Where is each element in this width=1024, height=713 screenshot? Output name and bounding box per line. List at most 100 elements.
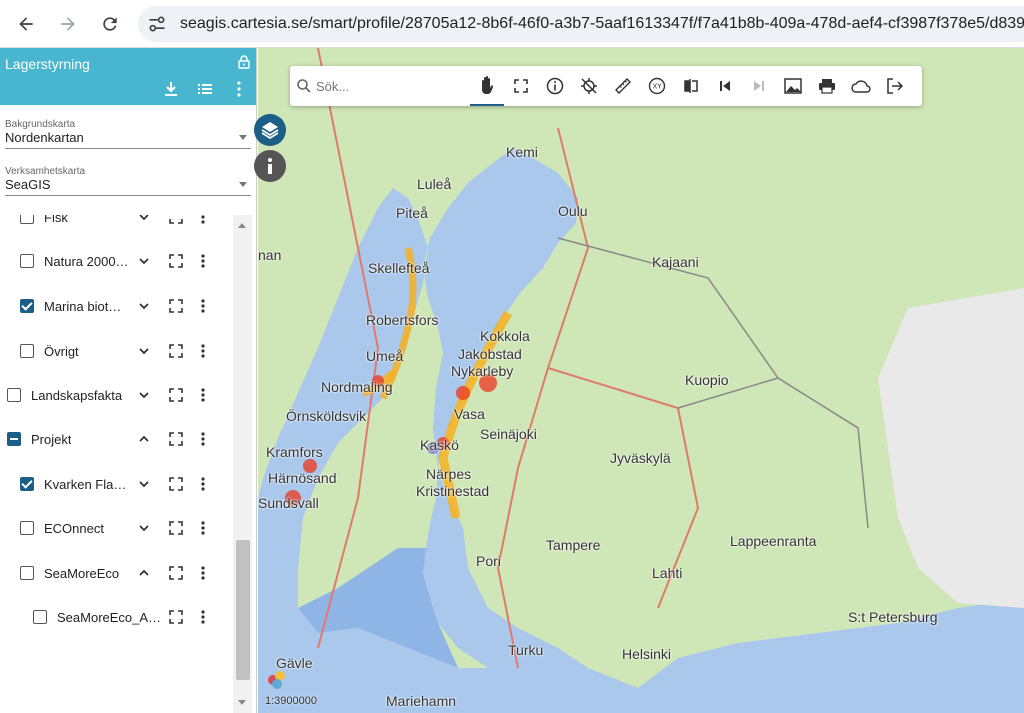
layer-row[interactable]: SeaMoreEco_A… [0, 595, 232, 639]
scroll-up-icon[interactable] [238, 223, 246, 228]
search-input[interactable] [316, 78, 466, 94]
chevron-down-icon[interactable] [137, 215, 151, 224]
chevron-down-icon[interactable] [137, 344, 151, 358]
layer-checkbox[interactable] [20, 477, 34, 491]
layer-row[interactable]: Projekt [0, 417, 232, 461]
layer-actions [137, 239, 223, 283]
zoom-to-extent-icon[interactable] [169, 521, 183, 535]
more-vert-icon[interactable] [201, 344, 205, 358]
address-bar[interactable]: seagis.cartesia.se/smart/profile/28705a1… [138, 6, 1024, 42]
basemap-select[interactable]: Bakgrundskarta Nordenkartan [5, 119, 251, 149]
scroll-thumb[interactable] [236, 540, 250, 680]
layer-checkbox[interactable] [20, 566, 34, 580]
place-label: Härnösand [268, 470, 337, 486]
coordinates-tool-button[interactable]: XY [640, 66, 674, 106]
location-off-icon [581, 78, 597, 94]
layer-row[interactable]: Natura 2000… [0, 239, 232, 283]
layer-label: Landskapsfakta [31, 387, 123, 403]
layer-row[interactable]: ECOnnect [0, 506, 232, 550]
measure-tool-button[interactable] [606, 66, 640, 106]
layer-checkbox[interactable] [20, 344, 34, 358]
layer-checkbox[interactable] [20, 254, 34, 268]
forward-button[interactable] [50, 6, 86, 42]
layer-checkbox[interactable] [20, 521, 34, 535]
more-vert-icon[interactable] [201, 610, 205, 624]
zoom-to-extent-icon[interactable] [169, 299, 183, 313]
back-button[interactable] [8, 6, 44, 42]
zoom-to-extent-icon[interactable] [169, 254, 183, 268]
info-tool-button[interactable] [538, 66, 572, 106]
more-vert-icon[interactable] [201, 215, 205, 224]
reload-button[interactable] [92, 6, 128, 42]
more-vert-icon[interactable] [201, 432, 205, 446]
layer-checkbox[interactable] [7, 388, 21, 402]
more-vert-icon[interactable] [201, 388, 205, 402]
layer-row[interactable]: Fisk [0, 215, 232, 239]
zoom-to-extent-icon[interactable] [169, 344, 183, 358]
chevron-down-icon[interactable] [137, 477, 151, 491]
print-icon [819, 79, 835, 94]
place-label: Kristinestad [416, 483, 490, 499]
zoom-to-extent-icon[interactable] [169, 477, 183, 491]
place-label: Skellefteå [368, 260, 430, 276]
place-label: Umeå [366, 348, 404, 364]
search-box [290, 78, 470, 94]
layer-checkbox[interactable] [7, 432, 21, 446]
fullscreen-icon [514, 79, 528, 93]
scrollbar[interactable] [233, 215, 252, 713]
compare-tool-button[interactable] [674, 66, 708, 106]
chevron-up-icon[interactable] [137, 432, 151, 446]
more-vert-icon[interactable] [230, 80, 248, 98]
logout-tool-button[interactable] [878, 66, 912, 106]
ruler-icon [615, 78, 631, 94]
layer-row[interactable]: SeaMoreEco [0, 551, 232, 595]
layer-actions [137, 595, 223, 639]
more-vert-icon[interactable] [201, 254, 205, 268]
print-tool-button[interactable] [810, 66, 844, 106]
layer-checkbox[interactable] [20, 299, 34, 313]
layer-row[interactable]: Marina biot… [0, 284, 232, 328]
list-icon[interactable] [196, 80, 214, 98]
layer-label: Projekt [31, 431, 72, 447]
arrow-right-icon [61, 16, 75, 31]
layer-row[interactable]: Övrigt [0, 329, 232, 373]
image-tool-button[interactable] [776, 66, 810, 106]
previous-extent-button[interactable] [708, 66, 742, 106]
layer-checkbox[interactable] [33, 610, 47, 624]
more-vert-icon[interactable] [201, 477, 205, 491]
cloud-tool-button[interactable] [844, 66, 878, 106]
zoom-to-extent-icon[interactable] [169, 566, 183, 580]
chevron-down-icon[interactable] [137, 388, 151, 402]
layers-button[interactable] [254, 114, 286, 146]
pan-tool-button[interactable] [470, 66, 504, 106]
layer-row[interactable]: Landskapsfakta [0, 373, 232, 417]
fullscreen-tool-button[interactable] [504, 66, 538, 106]
layer-row[interactable]: Kvarken Fla… [0, 462, 232, 506]
place-label: Kaskö [420, 437, 459, 453]
download-icon[interactable] [162, 80, 180, 98]
chevron-down-icon [239, 182, 247, 187]
layer-label: SeaMoreEco [44, 565, 120, 581]
zoom-to-extent-icon[interactable] [169, 610, 183, 624]
chevron-down-icon[interactable] [137, 299, 151, 313]
layer-checkbox[interactable] [20, 215, 34, 224]
scroll-down-icon[interactable] [238, 700, 246, 705]
more-vert-icon[interactable] [201, 521, 205, 535]
more-vert-icon[interactable] [201, 299, 205, 313]
info-button[interactable] [254, 150, 286, 182]
site-settings-icon[interactable] [140, 7, 174, 41]
chevron-down-icon[interactable] [137, 521, 151, 535]
next-extent-button[interactable] [742, 66, 776, 106]
more-vert-icon[interactable] [201, 566, 205, 580]
map-canvas[interactable]: Kemi Luleå Piteå Oulu Kajaani Skellefteå… [258, 48, 1024, 713]
chevron-down-icon[interactable] [137, 254, 151, 268]
zoom-to-extent-icon[interactable] [169, 388, 183, 402]
zoom-to-extent-icon[interactable] [169, 432, 183, 446]
zoom-to-extent-icon[interactable] [169, 215, 183, 224]
cloud-icon [851, 80, 871, 93]
search-icon [297, 79, 311, 93]
lock-icon[interactable] [238, 55, 250, 69]
chevron-up-icon[interactable] [137, 566, 151, 580]
location-off-tool-button[interactable] [572, 66, 606, 106]
business-map-select[interactable]: Verksamhetskarta SeaGIS [5, 166, 251, 196]
